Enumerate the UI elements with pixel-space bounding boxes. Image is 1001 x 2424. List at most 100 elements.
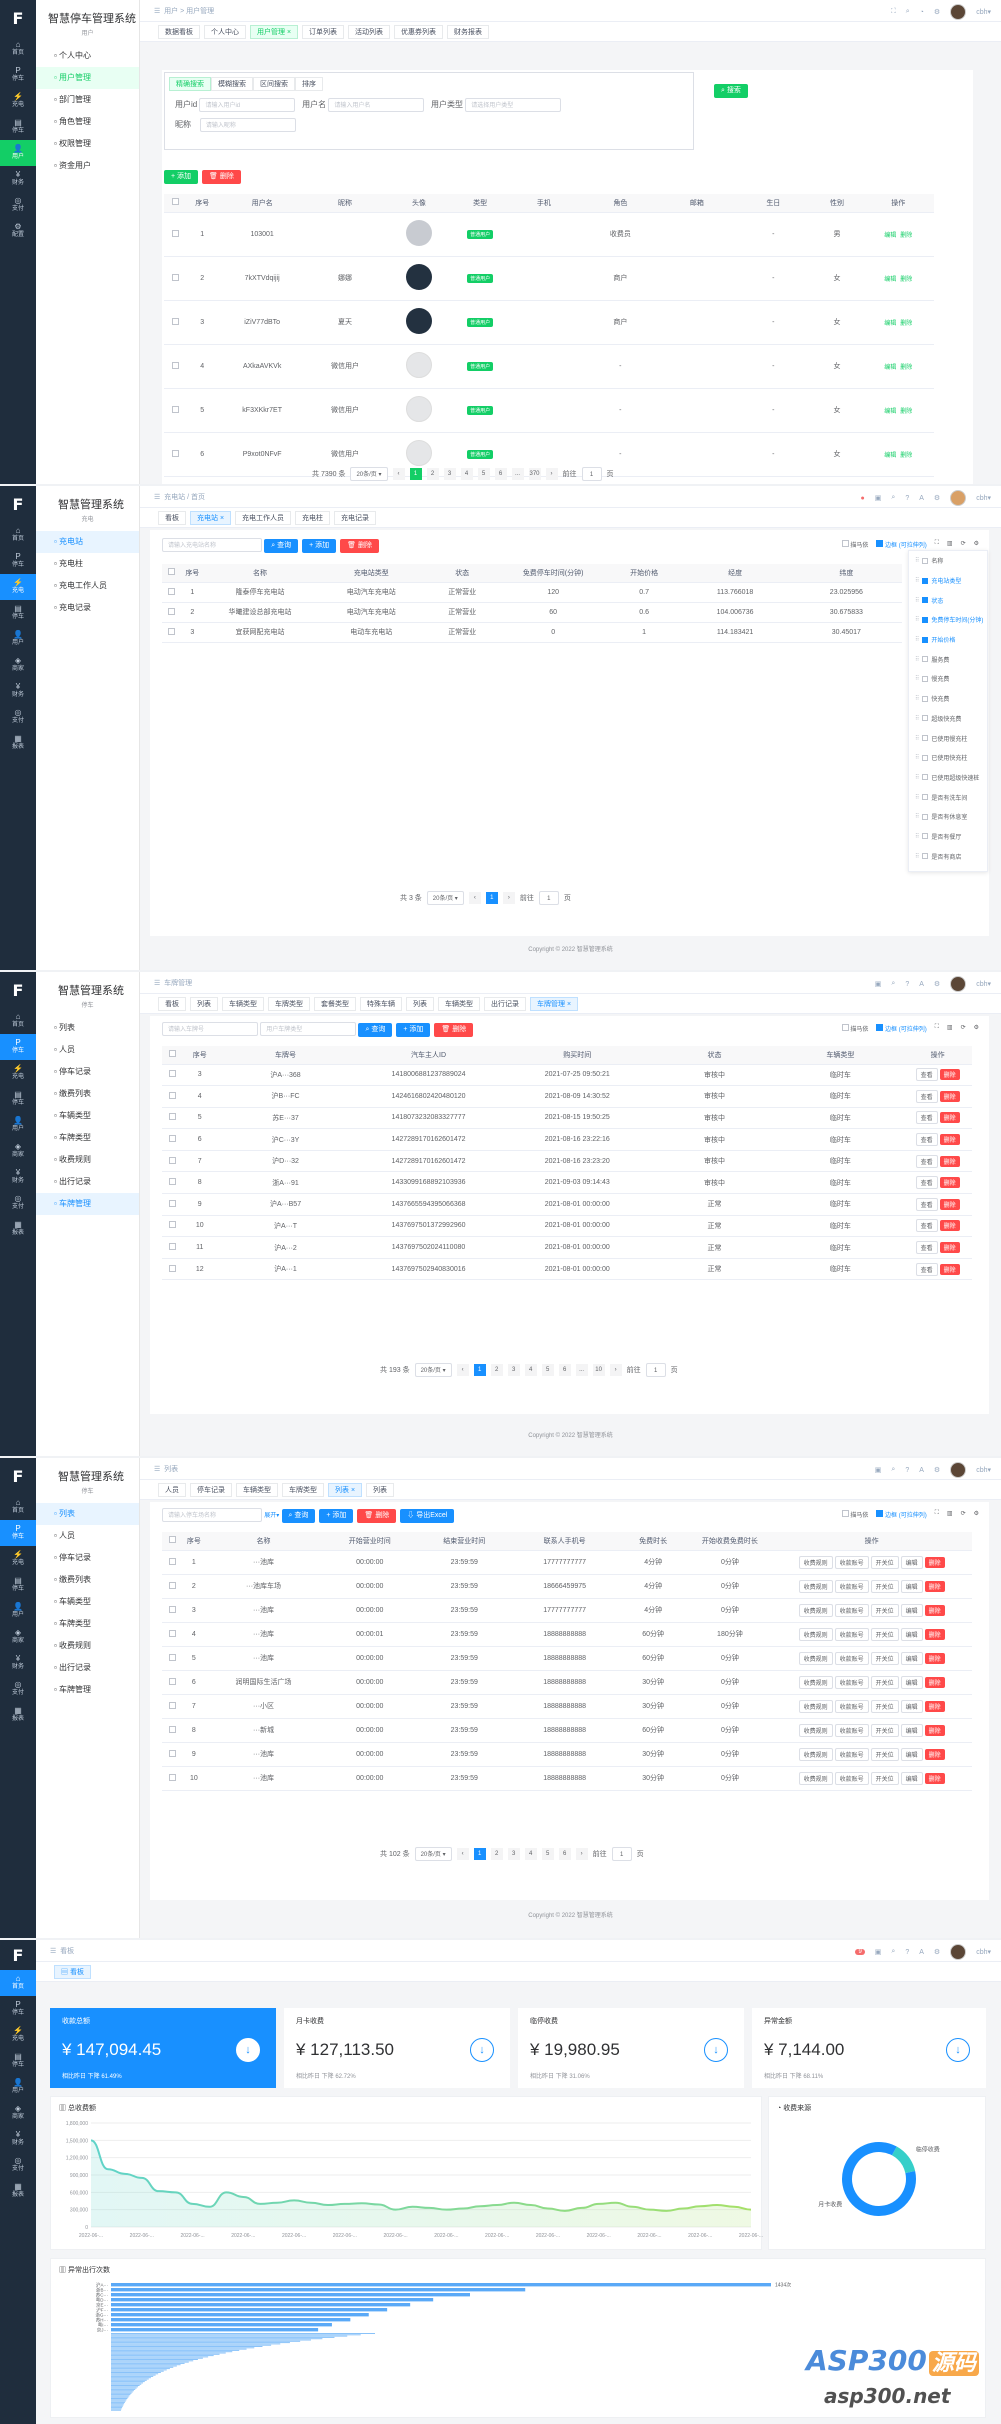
action-button-0[interactable]: 收费规则: [798, 1627, 833, 1641]
page-number[interactable]: 370: [528, 468, 541, 480]
action-button-2[interactable]: 开关位: [870, 1555, 899, 1569]
column-header[interactable]: 免费时长: [617, 1532, 689, 1551]
column-header[interactable]: 开始收费免费时长: [688, 1532, 772, 1551]
row-checkbox[interactable]: [162, 1107, 183, 1130]
search-icon[interactable]: ⌕: [891, 1466, 895, 1474]
rail-item-3[interactable]: ▤ 停车: [0, 114, 36, 140]
avatar[interactable]: [950, 4, 967, 20]
select-all-checkbox[interactable]: [162, 1046, 183, 1065]
page-number[interactable]: 4: [524, 1848, 537, 1860]
gear-icon[interactable]: ⚙: [934, 8, 940, 16]
delete-link[interactable]: 删除: [900, 365, 912, 371]
tab-4[interactable]: 活动列表: [348, 24, 391, 39]
column-checkbox[interactable]: [922, 853, 929, 860]
action-button-4[interactable]: 删除: [924, 1676, 945, 1688]
export-excel-button[interactable]: ⇩ 导出Excel: [400, 1509, 455, 1523]
action-button-3[interactable]: 编辑: [900, 1651, 923, 1665]
user-type-select[interactable]: 请选择用户类型: [465, 98, 562, 112]
column-toggle[interactable]: ⠿ 充电站类型: [909, 571, 987, 591]
action-button-4[interactable]: 删除: [924, 1556, 945, 1568]
action-button-0[interactable]: 收费规则: [798, 1723, 833, 1737]
column-toggle[interactable]: ⠿ 慢充费: [909, 669, 987, 689]
row-checkbox[interactable]: [162, 1574, 184, 1599]
hamburger-icon[interactable]: ☰: [154, 979, 160, 987]
action-button-0[interactable]: 收费规则: [798, 1579, 833, 1593]
sub-menu-item-0[interactable]: ▫ 列表: [36, 1503, 139, 1525]
action-button-2[interactable]: 开关位: [870, 1579, 899, 1593]
add-button[interactable]: + 添加: [302, 539, 337, 553]
user-name[interactable]: cbh▾: [976, 1466, 991, 1474]
column-checkbox[interactable]: [922, 715, 929, 722]
action-button-4[interactable]: 删除: [924, 1748, 945, 1760]
rail-item-4[interactable]: 👤 用户: [0, 626, 36, 652]
lock-icon[interactable]: ▣: [875, 1948, 882, 1956]
column-header[interactable]: 头像: [383, 194, 455, 213]
column-checkbox[interactable]: [922, 577, 929, 584]
rail-item-3[interactable]: ▤ 停车: [0, 600, 36, 626]
sub-menu-item-0[interactable]: ▫ 充电站: [36, 531, 139, 553]
page-number[interactable]: 2: [490, 1364, 503, 1376]
action-button-0[interactable]: 收费规则: [798, 1675, 833, 1689]
search-button[interactable]: ⌕ 搜索: [714, 84, 748, 98]
select-all-checkbox[interactable]: [162, 1532, 184, 1551]
delete-link[interactable]: 删除: [900, 277, 912, 283]
column-toggle[interactable]: ⠿ 服务费: [909, 649, 987, 669]
column-header[interactable]: 序号: [182, 1046, 217, 1065]
view-button[interactable]: 查看: [915, 1219, 938, 1233]
action-button-1[interactable]: 收款账号: [834, 1675, 869, 1689]
prev-page-button[interactable]: ‹: [456, 1364, 469, 1376]
row-checkbox[interactable]: [162, 1718, 184, 1743]
sub-menu-item-2[interactable]: ▫ 充电工作人员: [36, 575, 139, 597]
action-button-2[interactable]: 开关位: [870, 1747, 899, 1761]
rail-item-5[interactable]: ◈ 商家: [0, 2100, 36, 2126]
gear-icon[interactable]: ⚙: [934, 1948, 940, 1956]
select-all-checkbox[interactable]: [162, 564, 181, 583]
rail-item-8[interactable]: ▦ 报表: [0, 730, 36, 756]
page-number[interactable]: 1: [473, 1848, 486, 1860]
plate-input[interactable]: 请输入车牌号: [162, 1022, 258, 1036]
fullscreen-icon[interactable]: ⛶: [935, 540, 939, 549]
row-checkbox[interactable]: [162, 582, 181, 603]
page-number[interactable]: ...: [511, 468, 524, 480]
search-icon[interactable]: ⌕: [891, 1948, 895, 1956]
goto-page-input[interactable]: 1: [538, 891, 559, 905]
tab-4[interactable]: 充电记录: [334, 510, 377, 525]
rail-item-7[interactable]: ◎ 支付: [0, 1676, 36, 1702]
rail-item-7[interactable]: ◎ 支付: [0, 704, 36, 730]
row-checkbox[interactable]: [164, 256, 187, 301]
tab-7[interactable]: 车辆类型: [438, 996, 480, 1011]
rail-item-2[interactable]: ⚡ 充电: [0, 88, 36, 114]
rail-item-5[interactable]: ◈ 商家: [0, 1624, 36, 1650]
column-header[interactable]: 经度: [679, 564, 791, 583]
sub-menu-item-8[interactable]: ▫ 车牌管理: [36, 1679, 139, 1701]
font-size-icon[interactable]: A: [919, 981, 924, 988]
column-checkbox[interactable]: [922, 774, 929, 781]
column-checkbox[interactable]: [922, 833, 929, 840]
action-button-4[interactable]: 删除: [924, 1772, 945, 1784]
view-button[interactable]: 查看: [915, 1154, 938, 1168]
fullscreen-icon[interactable]: ⛶: [891, 8, 896, 16]
column-toggle[interactable]: ⠿ 超级快充费: [909, 709, 987, 729]
next-page-button[interactable]: ›: [575, 1848, 588, 1860]
action-button-2[interactable]: 开关位: [870, 1771, 899, 1785]
column-header[interactable]: 状态: [651, 1046, 778, 1065]
page-size-select[interactable]: 20条/页 ▾: [414, 1847, 452, 1861]
column-toggle[interactable]: ⠿ 快充费: [909, 689, 987, 709]
column-checkbox[interactable]: [922, 675, 929, 682]
hamburger-icon[interactable]: ☰: [50, 1947, 56, 1955]
nickname-input[interactable]: 请输入昵称: [199, 118, 296, 132]
action-button-3[interactable]: 编辑: [900, 1747, 923, 1761]
column-header[interactable]: 类型: [454, 194, 506, 213]
action-button-3[interactable]: 编辑: [900, 1723, 923, 1737]
rail-item-0[interactable]: ⌂ 首页: [0, 1970, 36, 1996]
column-header[interactable]: 操作: [771, 1532, 972, 1551]
sub-menu-item-4[interactable]: ▫ 车辆类型: [36, 1591, 139, 1613]
help-icon[interactable]: ?: [905, 1467, 909, 1474]
rail-item-7[interactable]: ◎ 支付: [0, 1190, 36, 1216]
action-button-0[interactable]: 收费规则: [798, 1699, 833, 1713]
page-number[interactable]: 3: [507, 1848, 520, 1860]
delete-button[interactable]: 删除: [939, 1263, 960, 1275]
action-button-4[interactable]: 删除: [924, 1604, 945, 1616]
column-checkbox[interactable]: [922, 794, 929, 801]
column-toggle[interactable]: ⠿ 开始价格: [909, 630, 987, 650]
